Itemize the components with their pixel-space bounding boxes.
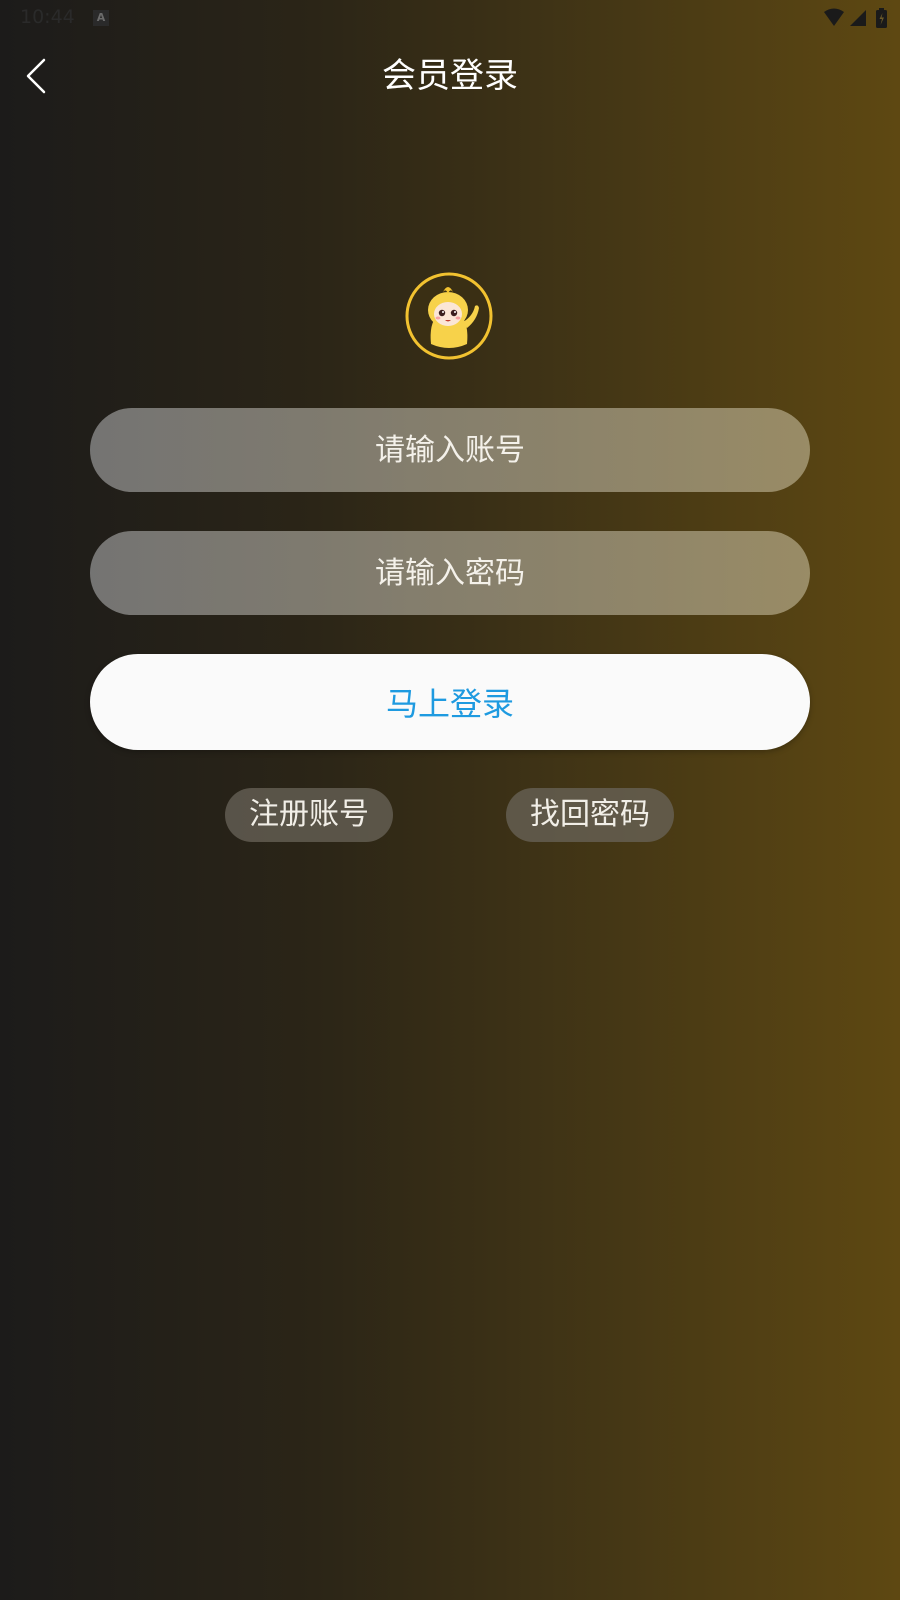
login-screen: 10:44 A 会员登录 请输入账号 马上登录 注册账号 找回密码 — [0, 0, 900, 1600]
login-button[interactable]: 马上登录 — [90, 654, 810, 750]
a-letter-icon: A — [93, 10, 109, 26]
recover-password-button[interactable]: 找回密码 — [506, 788, 674, 842]
page-title: 会员登录 — [382, 56, 518, 96]
password-input[interactable] — [90, 531, 810, 615]
mascot-avatar-icon — [405, 272, 493, 360]
cellular-signal-icon — [850, 10, 866, 26]
battery-charging-icon — [876, 8, 887, 28]
status-icons — [822, 8, 892, 28]
status-time: 10:44 — [20, 6, 75, 28]
account-input[interactable] — [90, 408, 810, 492]
wifi-icon — [824, 8, 844, 26]
status-bar: 10:44 A — [0, 0, 900, 36]
avatar — [405, 272, 493, 360]
register-account-button[interactable]: 注册账号 — [225, 788, 393, 842]
